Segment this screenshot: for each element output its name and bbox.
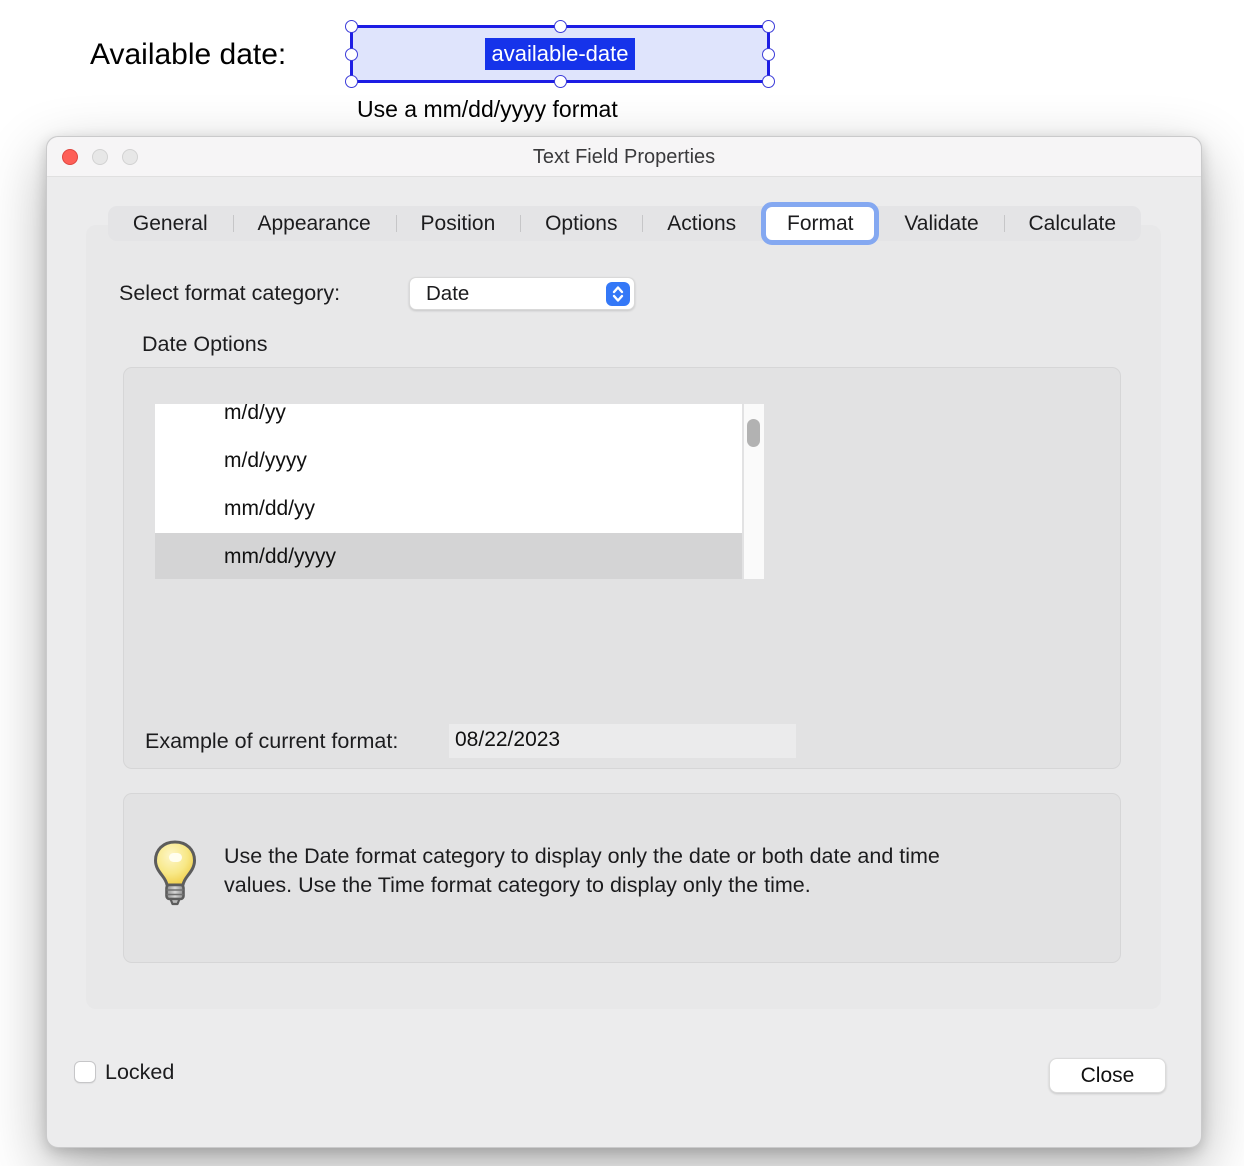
resize-handle-sw[interactable] bbox=[345, 75, 358, 88]
tab-position[interactable]: Position bbox=[396, 206, 521, 241]
tab-appearance[interactable]: Appearance bbox=[233, 206, 396, 241]
form-field-hint: Use a mm/dd/yyyy format bbox=[357, 96, 618, 123]
format-tab-panel: Select format category: Date Date Option… bbox=[86, 225, 1161, 1009]
scrollbar-thumb[interactable] bbox=[747, 419, 760, 447]
tip-text: Use the Date format category to display … bbox=[224, 842, 1064, 899]
tab-bar: GeneralAppearancePositionOptionsActionsF… bbox=[108, 206, 1141, 241]
tab-validate[interactable]: Validate bbox=[879, 206, 1003, 241]
locked-checkbox[interactable] bbox=[74, 1061, 96, 1083]
resize-handle-nw[interactable] bbox=[345, 20, 358, 33]
format-category-value: Date bbox=[410, 282, 606, 306]
format-category-select[interactable]: Date bbox=[409, 277, 635, 310]
date-options-label: Date Options bbox=[142, 332, 267, 357]
example-value-field: 08/22/2023 bbox=[449, 724, 796, 758]
date-format-option[interactable]: m/d/yy bbox=[155, 404, 742, 437]
date-options-group: m/d/yym/d/yyyymm/dd/yymm/dd/yyyy Example… bbox=[123, 367, 1121, 769]
resize-handle-s[interactable] bbox=[554, 75, 567, 88]
tip-box: Use the Date format category to display … bbox=[123, 793, 1121, 963]
date-format-list[interactable]: m/d/yym/d/yyyymm/dd/yymm/dd/yyyy bbox=[155, 404, 742, 579]
lightbulb-icon bbox=[152, 840, 198, 910]
resize-handle-w[interactable] bbox=[345, 48, 358, 61]
popup-stepper-icon bbox=[606, 282, 630, 306]
resize-handle-se[interactable] bbox=[762, 75, 775, 88]
tab-format[interactable]: Format bbox=[761, 202, 879, 245]
tab-general[interactable]: General bbox=[108, 206, 233, 241]
date-format-option[interactable]: mm/dd/yyyy bbox=[155, 533, 742, 579]
resize-handle-e[interactable] bbox=[762, 48, 775, 61]
tab-calculate[interactable]: Calculate bbox=[1004, 206, 1141, 241]
locked-label: Locked bbox=[105, 1059, 174, 1085]
close-button[interactable]: Close bbox=[1049, 1058, 1166, 1093]
resize-handle-n[interactable] bbox=[554, 20, 567, 33]
tab-actions[interactable]: Actions bbox=[642, 206, 761, 241]
text-field-properties-dialog: Text Field Properties GeneralAppearanceP… bbox=[46, 136, 1202, 1148]
resize-handle-ne[interactable] bbox=[762, 20, 775, 33]
format-category-label: Select format category: bbox=[119, 277, 340, 310]
list-scrollbar[interactable] bbox=[744, 404, 764, 579]
date-format-option[interactable]: m/d/yyyy bbox=[155, 437, 742, 485]
dialog-titlebar[interactable]: Text Field Properties bbox=[47, 137, 1201, 177]
form-field-label: Available date: bbox=[90, 38, 286, 72]
screen: Available date: available-date Use a mm/… bbox=[0, 0, 1244, 1166]
example-label: Example of current format: bbox=[145, 724, 398, 758]
dialog-title: Text Field Properties bbox=[47, 137, 1201, 177]
available-date-field[interactable]: available-date bbox=[350, 25, 770, 83]
field-name-selected-text: available-date bbox=[485, 38, 636, 70]
tab-options[interactable]: Options bbox=[520, 206, 642, 241]
date-format-option[interactable]: mm/dd/yy bbox=[155, 485, 742, 533]
